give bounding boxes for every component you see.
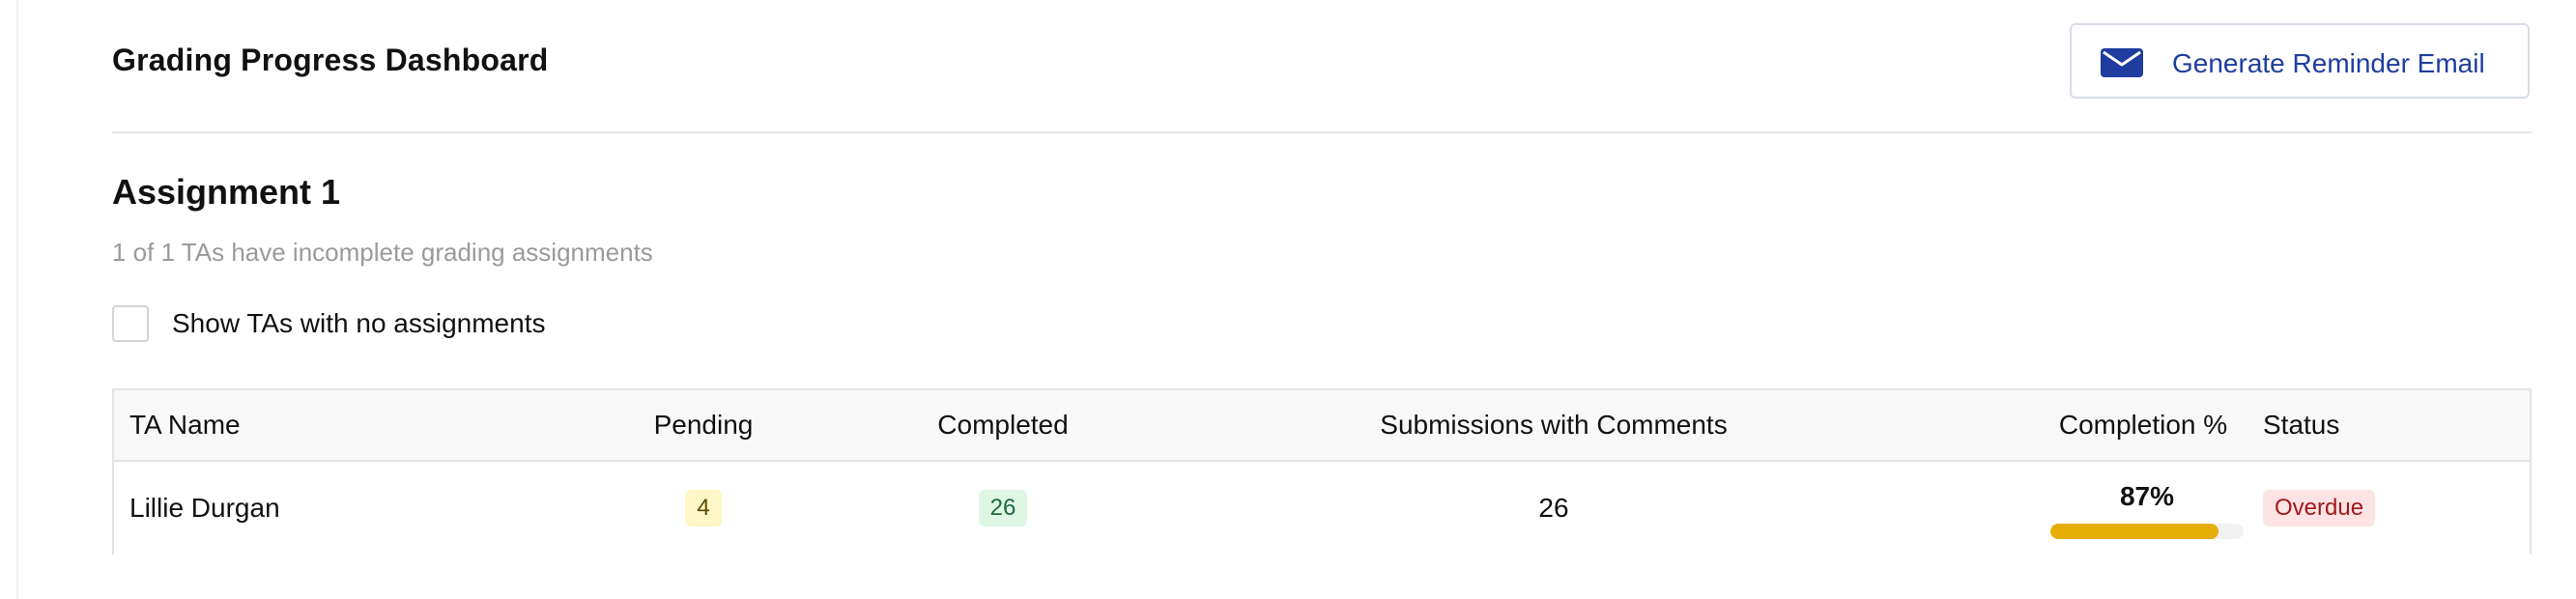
page-title: Grading Progress Dashboard — [112, 43, 549, 77]
generate-reminder-email-button[interactable]: Generate Reminder Email — [2070, 23, 2530, 99]
table-row: Lillie Durgan 4 26 26 87% Overdue — [114, 462, 2530, 555]
column-header-status: Status — [2263, 410, 2340, 440]
show-no-assignments-label: Show TAs with no assignments — [172, 308, 546, 338]
completion-progress-fill — [2050, 524, 2218, 539]
pending-count-badge: 4 — [685, 490, 722, 527]
status-badge: Overdue — [2263, 490, 2376, 527]
completed-cell: 26 — [790, 462, 1216, 555]
column-header-ta-name: TA Name — [129, 410, 241, 440]
column-header-submissions-with-comments: Submissions with Comments — [1380, 410, 1728, 440]
completion-percent: 87% — [2119, 481, 2175, 511]
assignment-title: Assignment 1 — [112, 172, 341, 212]
show-no-assignments-filter[interactable]: Show TAs with no assignments — [112, 303, 545, 344]
assignment-summary: 1 of 1 TAs have incomplete grading assig… — [112, 238, 653, 267]
grading-table: TA Name Pending Completed Submissions wi… — [112, 388, 2532, 555]
submissions-with-comments-cell: 26 — [1538, 493, 1569, 523]
column-header-completed: Completed — [937, 410, 1069, 440]
show-no-assignments-checkbox[interactable] — [112, 305, 149, 342]
dashboard-container: Grading Progress Dashboard Generate Remi… — [112, 0, 2532, 599]
page-header: Grading Progress Dashboard Generate Remi… — [112, 0, 2532, 133]
mail-icon — [2101, 48, 2143, 77]
table-header: TA Name Pending Completed Submissions wi… — [114, 390, 2530, 462]
left-border — [16, 0, 18, 599]
completion-progress-track — [2050, 524, 2244, 539]
status-cell: Overdue — [2263, 462, 2514, 555]
completion-cell: 87% — [2050, 481, 2244, 539]
completed-count-badge: 26 — [978, 490, 1028, 527]
generate-reminder-email-label: Generate Reminder Email — [2172, 48, 2485, 78]
ta-name-cell: Lillie Durgan — [129, 493, 280, 523]
